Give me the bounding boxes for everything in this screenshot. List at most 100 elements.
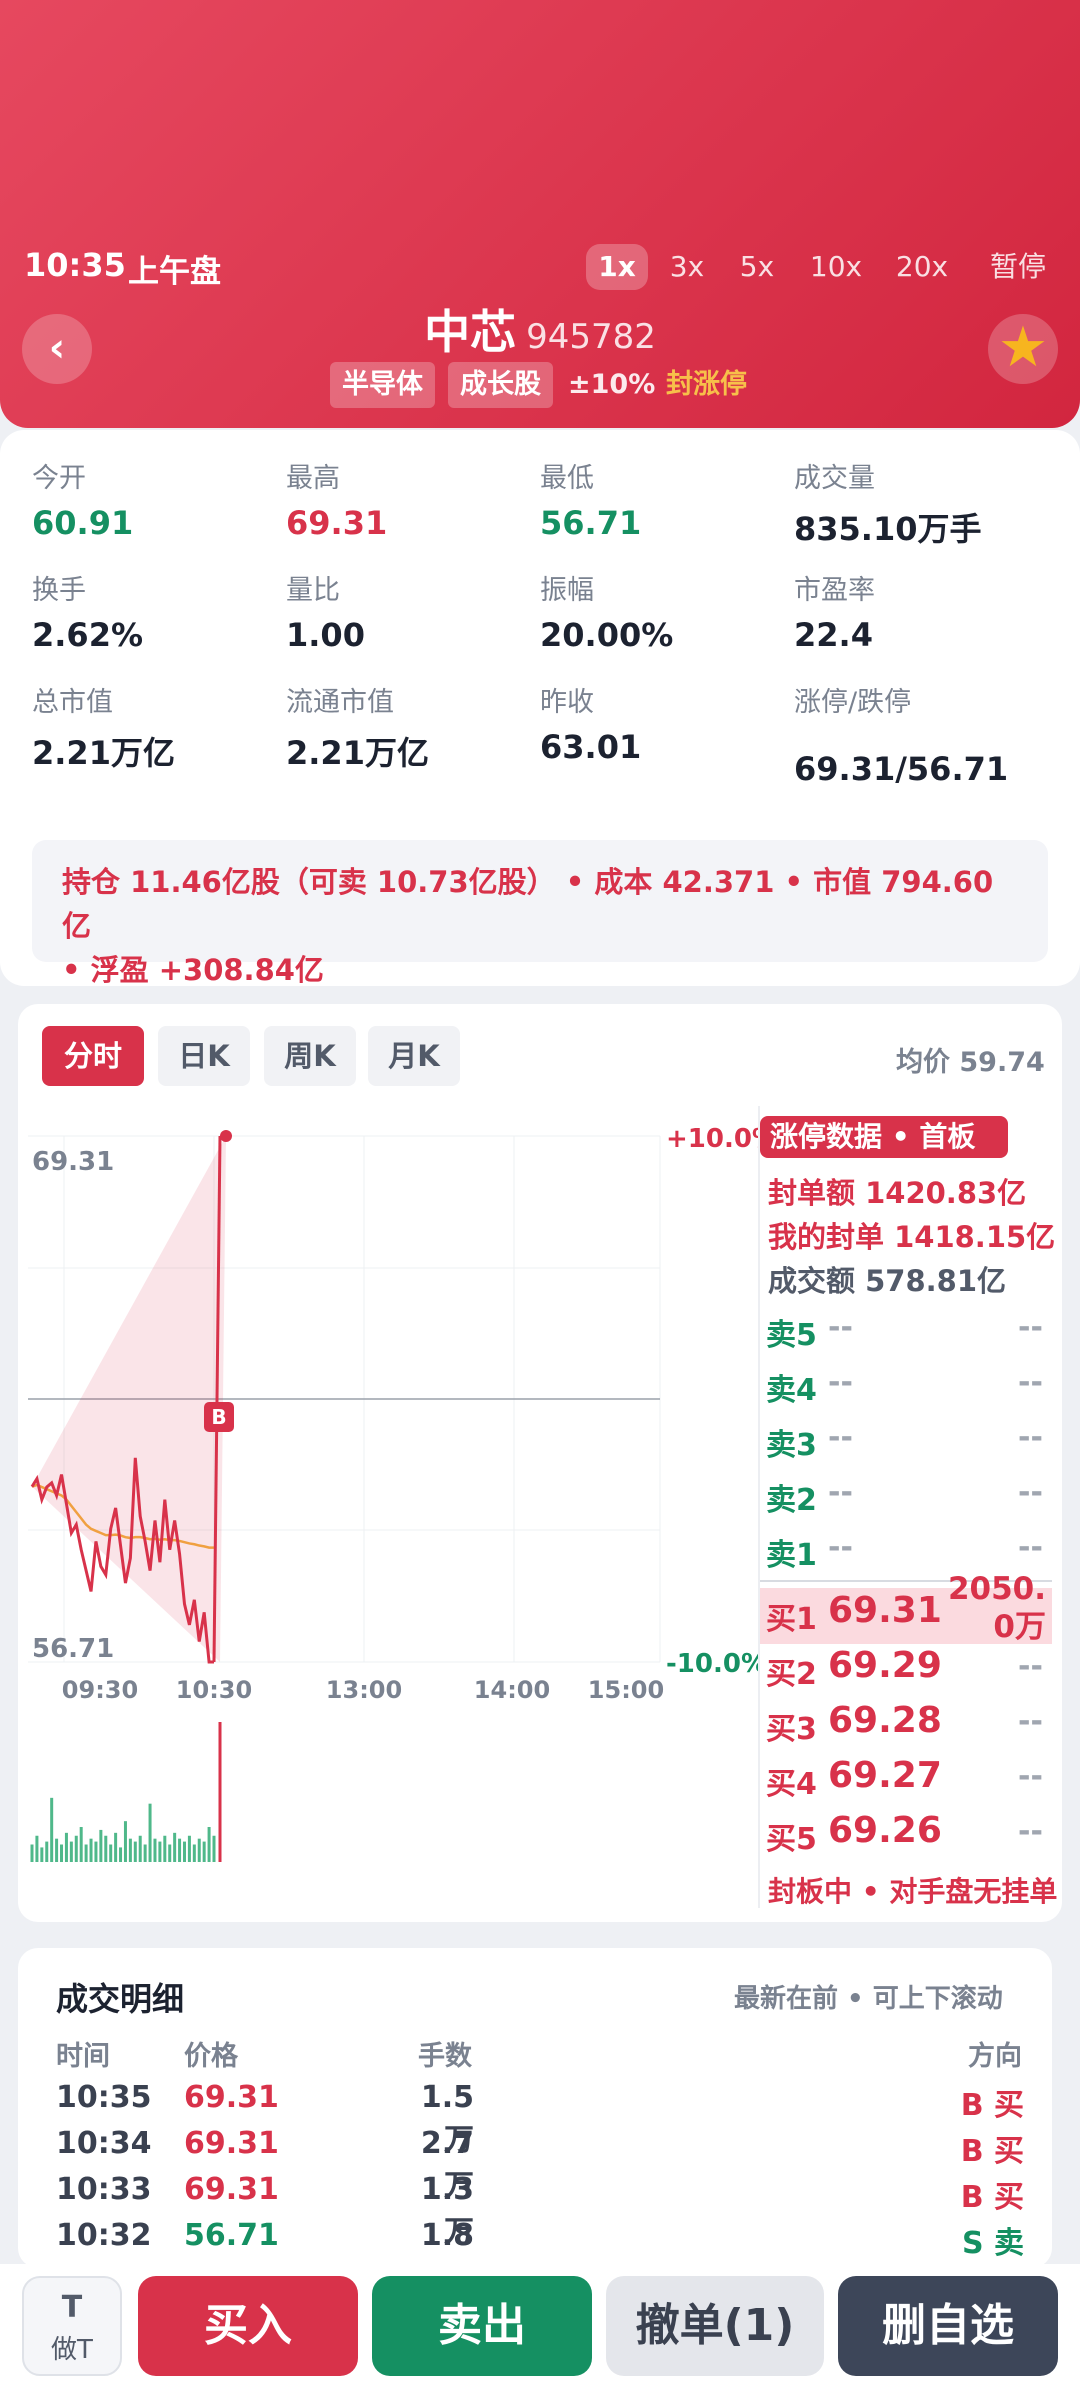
tab-intraday[interactable]: 分时 [42,1026,144,1086]
volume-bar [133,1841,137,1862]
stat-value: 63.01 [540,728,642,766]
buy-button[interactable]: 买入 [138,2276,358,2376]
turnover-amount: 成交额 578.81亿 [768,1264,1007,1298]
stat-label: 振幅 [540,575,594,606]
session-label: 上午盘 [128,254,221,290]
ask-price: -- [828,1310,853,1345]
stat-label: 市盈率 [794,575,875,606]
stat-value: 56.71 [540,504,642,542]
speed-3x-button[interactable]: 3x [656,244,718,290]
style-tag: 成长股 [448,362,553,408]
bid-label: 买4 [766,1767,817,1802]
stat-label: 最低 [540,463,594,494]
last-price-dot [220,1130,232,1142]
volume-bars [30,1722,222,1862]
stat-value: 2.21万亿 [286,734,429,772]
stat-label: 流通市值 [286,687,394,718]
x-tick-1030: 10:30 [176,1676,252,1704]
volume-bar [192,1844,196,1862]
stat-label: 涨停/跌停 [794,687,912,718]
ask-volume: -- [1018,1365,1043,1400]
ask-label: 卖4 [766,1373,817,1408]
cancel-order-button[interactable]: 撤单(1) [606,2276,824,2376]
ask-volume: -- [1018,1310,1043,1345]
stat-label: 量比 [286,575,340,606]
ask-label: 卖1 [766,1538,817,1573]
bid-price: 69.27 [828,1755,942,1796]
stat-value: 1.00 [286,616,365,654]
x-tick-1400: 14:00 [474,1676,550,1704]
volume-bar [143,1844,147,1862]
stock-title: 中芯 945782 [0,296,1080,362]
stat-label: 昨收 [540,687,594,718]
do-t-icon: T [61,2290,83,2325]
stat-value: 2.21万亿 [32,734,175,772]
stat-value: 69.31 [286,504,388,542]
intraday-chart: B 69.31 56.71 +10.0% -10.0% 09:30 10:30 … [28,1124,760,1862]
speed-10x-button[interactable]: 10x [800,244,872,290]
ask-price: -- [828,1530,853,1565]
stat-label: 最高 [286,463,340,494]
trade-time: 10:33 [56,2172,152,2207]
volume-bar [119,1847,123,1862]
tab-monthly-k[interactable]: 月K [368,1026,460,1086]
volume-bar [60,1844,64,1862]
bid-price: 69.31 [828,1590,942,1631]
ask-price: -- [828,1365,853,1400]
ask-volume: -- [1018,1420,1043,1455]
volume-bar [40,1847,44,1862]
pct-bottom-label: -10.0% [666,1649,760,1679]
tab-weekly-k[interactable]: 周K [264,1026,356,1086]
trade-direction: B 买 [960,2180,1024,2215]
stat-value: 60.91 [32,504,134,542]
speed-20x-button[interactable]: 20x [886,244,958,290]
ask-volume: -- [1018,1530,1043,1565]
trade-price: 69.31 [184,2126,279,2161]
star-icon: ★ [997,315,1049,380]
ask-price: -- [828,1475,853,1510]
ask-label: 卖2 [766,1483,817,1518]
bid-label: 买2 [766,1657,817,1692]
orderbook-divider [758,1106,760,1908]
do-t-label: 做T [51,2335,93,2365]
volume-bar [163,1835,167,1862]
trade-direction: B 买 [960,2134,1024,2169]
bid-label: 买5 [766,1822,817,1857]
volume-bar [212,1835,216,1862]
favorite-button[interactable]: ★ [988,314,1058,384]
bid-volume: 2050.0万 [947,1571,1046,1645]
bid-price: 69.29 [828,1645,942,1686]
col-time: 时间 [56,2041,110,2072]
stat-label: 换手 [32,575,86,606]
do-t-button[interactable]: T 做T [22,2276,122,2376]
ask-label: 卖5 [766,1318,817,1353]
remove-favorite-button[interactable]: 删自选 [838,2276,1058,2376]
col-direction: 方向 [968,2041,1022,2072]
pause-button[interactable]: 暂停 [978,244,1058,290]
speed-1x-button[interactable]: 1x [586,244,648,290]
tab-daily-k[interactable]: 日K [158,1026,250,1086]
bid-label: 买1 [766,1602,817,1637]
seal-amount: 封单额 1420.83亿 [768,1176,1027,1210]
trade-price: 69.31 [184,2172,279,2207]
x-tick-1500: 15:00 [588,1676,664,1704]
trade-direction: B 买 [960,2088,1024,2123]
volume-bar [104,1835,108,1862]
sell-button[interactable]: 卖出 [372,2276,592,2376]
volume-bar [158,1841,162,1862]
trade-time: 10:32 [56,2218,152,2253]
speed-5x-button[interactable]: 5x [726,244,788,290]
stat-label: 总市值 [32,687,113,718]
volume-bar [173,1832,177,1862]
col-price: 价格 [184,2041,238,2072]
buy-marker-label: B [211,1405,226,1429]
market-time: 10:35 [24,246,126,284]
volume-bar [138,1835,142,1862]
orderbook-status: 封板中 • 对手盘无挂单 [768,1875,1058,1908]
limit-up-data-title: 涨停数据 • 首板 [760,1116,1008,1158]
trade-detail-hint: 最新在前 • 可上下滚动 [734,1984,1003,2014]
volume-bar [207,1827,211,1862]
position-line-1: 持仓 11.46亿股（可卖 10.73亿股） • 成本 42.371 • 市值 … [62,865,994,943]
volume-bar [153,1838,157,1862]
limit-status: 封涨停 [666,369,747,400]
